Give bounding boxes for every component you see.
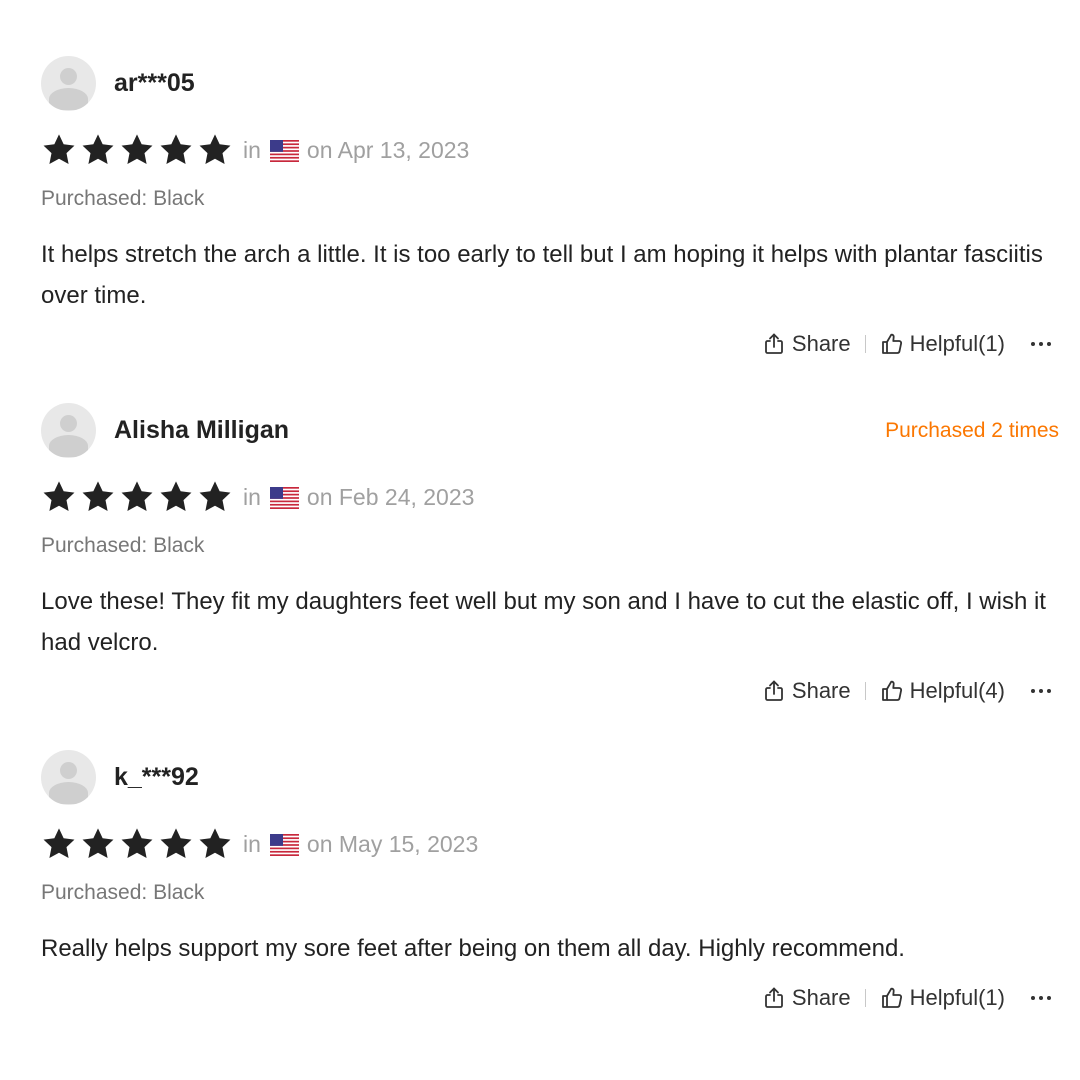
review-meta: in on Feb 24, 2023 [243,484,474,511]
star-icon [80,479,116,515]
share-icon [762,986,786,1010]
review-actions: Share Helpful(1) [762,328,1051,360]
more-options-icon[interactable] [1031,332,1051,356]
purchased-variant: Purchased: Black [41,187,205,210]
rating-row: in on Feb 24, 2023 [41,477,1059,517]
review-author-row: ar***05 [41,56,1059,112]
share-label: Share [791,678,851,703]
helpful-label: Helpful(4) [909,678,1005,703]
action-divider [864,989,866,1007]
review-text: It helps stretch the arch a little. It i… [41,241,1043,309]
action-divider [864,335,866,353]
us-flag-icon [269,833,299,856]
helpful-label: Helpful(1) [909,985,1005,1010]
review-actions: Share Helpful(1) [762,982,1051,1014]
us-flag-icon [269,486,299,509]
purchased-times-badge: Purchased 2 times [885,419,1059,442]
star-icon [41,132,77,168]
review-date: on Apr 13, 2023 [306,137,470,163]
star-icon [158,132,194,168]
review-actions: Share Helpful(4) [762,675,1051,707]
helpful-button[interactable]: Helpful(1) [880,985,1005,1011]
us-flag-icon [269,139,299,162]
thumbs-up-icon [880,679,904,703]
review-card: k_***92 in on May 15, 2023 Purchased: Bl… [41,750,1059,1070]
star-icon [41,479,77,515]
reviewer-name: k_***92 [114,763,199,791]
avatar-placeholder-icon [41,750,96,805]
avatar-placeholder-icon [41,56,96,111]
share-button[interactable]: Share [762,678,851,704]
more-options-icon[interactable] [1031,679,1051,703]
share-button[interactable]: Share [762,985,851,1011]
star-icon [41,826,77,862]
rating-row: in on May 15, 2023 [41,824,1059,864]
review-card: Alisha Milligan Purchased 2 times in on … [41,403,1059,723]
star-icon [158,479,194,515]
reviewer-name: Alisha Milligan [114,416,290,444]
rating-row: in on Apr 13, 2023 [41,130,1059,170]
star-icon [119,132,155,168]
action-divider [864,682,866,700]
thumbs-up-icon [880,986,904,1010]
review-date: on Feb 24, 2023 [306,484,475,510]
review-date: on May 15, 2023 [306,831,479,857]
in-label: in [243,137,261,163]
avatar-placeholder-icon [41,403,96,458]
star-icon [197,826,233,862]
share-label: Share [791,331,851,356]
helpful-button[interactable]: Helpful(1) [880,331,1005,357]
review-author-row: Alisha Milligan Purchased 2 times [41,403,1059,459]
star-icon [197,479,233,515]
purchased-variant: Purchased: Black [41,534,205,557]
review-author-row: k_***92 [41,750,1059,806]
in-label: in [243,831,261,857]
star-icon [158,826,194,862]
reviewer-name: ar***05 [114,69,195,97]
thumbs-up-icon [880,332,904,356]
star-icon [80,132,116,168]
helpful-button[interactable]: Helpful(4) [880,678,1005,704]
review-card: ar***05 in on Apr 13, 2023 Purchased: Bl… [41,56,1059,376]
star-icon [197,132,233,168]
helpful-label: Helpful(1) [909,331,1005,356]
share-icon [762,332,786,356]
review-text: Really helps support my sore feet after … [41,935,905,962]
star-icon [119,826,155,862]
share-label: Share [791,985,851,1010]
review-meta: in on May 15, 2023 [243,831,478,858]
share-button[interactable]: Share [762,331,851,357]
review-meta: in on Apr 13, 2023 [243,137,469,164]
in-label: in [243,484,261,510]
purchased-variant: Purchased: Black [41,881,205,904]
star-icon [119,479,155,515]
star-icon [80,826,116,862]
more-options-icon[interactable] [1031,986,1051,1010]
share-icon [762,679,786,703]
review-text: Love these! They fit my daughters feet w… [41,588,1046,656]
